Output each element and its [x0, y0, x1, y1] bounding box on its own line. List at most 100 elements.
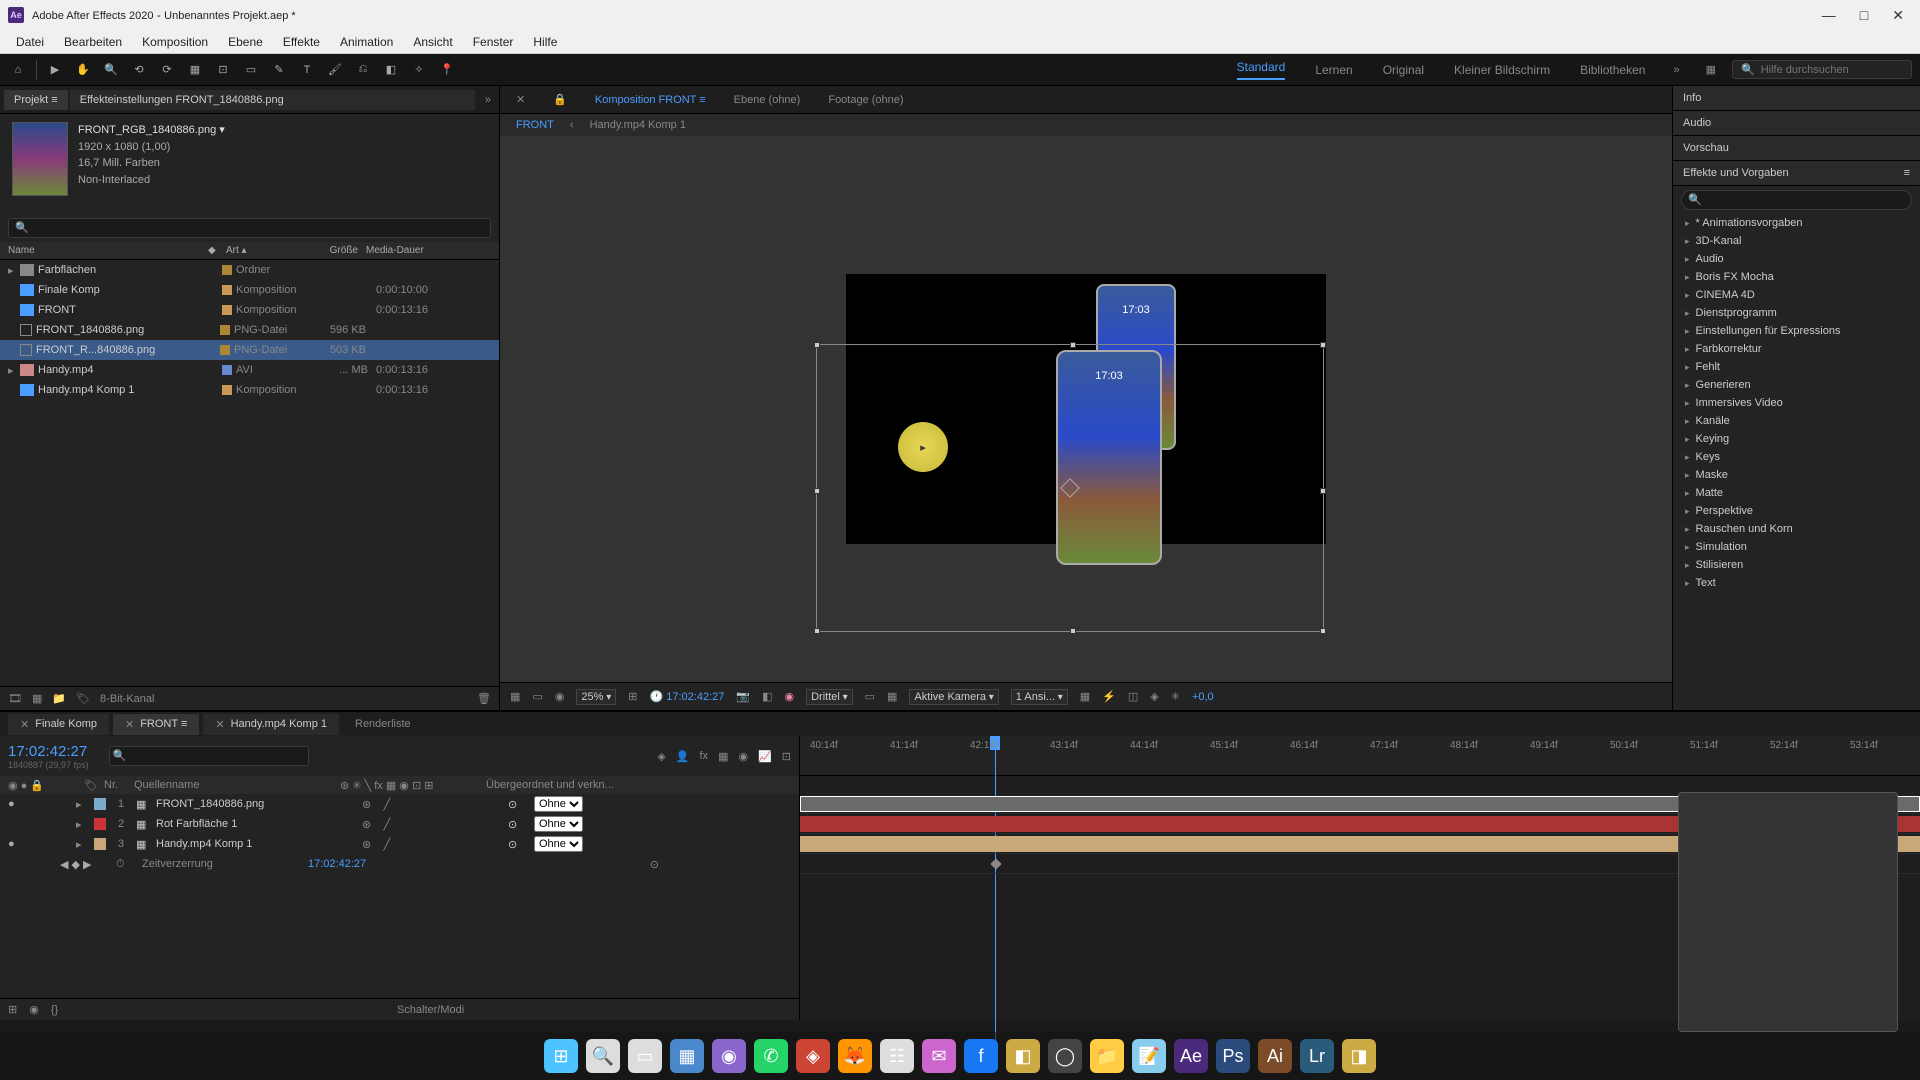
- preview-panel-head[interactable]: Vorschau: [1673, 136, 1920, 161]
- menu-ansicht[interactable]: Ansicht: [403, 35, 462, 49]
- taskbar-app1[interactable]: ◉: [712, 1039, 746, 1073]
- resolution-dropdown[interactable]: Drittel ▾: [806, 689, 853, 705]
- brush-tool-icon[interactable]: 🖌: [325, 60, 345, 80]
- workspace-lernen[interactable]: Lernen: [1315, 63, 1352, 77]
- taskbar-folder[interactable]: 📁: [1090, 1039, 1124, 1073]
- transparent-icon[interactable]: ▦: [887, 690, 897, 703]
- flow-other[interactable]: Handy.mp4 Komp 1: [590, 119, 686, 131]
- taskbar-ps[interactable]: Ps: [1216, 1039, 1250, 1073]
- interpret-icon[interactable]: 🎞: [8, 692, 22, 705]
- effect-category[interactable]: Keying: [1673, 430, 1920, 448]
- workspace-bibliotheken[interactable]: Bibliotheken: [1580, 63, 1645, 77]
- pan-behind-icon[interactable]: ⊡: [213, 60, 233, 80]
- effect-category[interactable]: Immersives Video: [1673, 394, 1920, 412]
- effect-category[interactable]: * Animationsvorgaben: [1673, 214, 1920, 232]
- comp-lock-icon[interactable]: 🔒: [545, 89, 575, 110]
- comp-flow-icon[interactable]: ◈: [1150, 690, 1158, 703]
- taskbar-whatsapp[interactable]: ✆: [754, 1039, 788, 1073]
- timeline-search-input[interactable]: [109, 746, 309, 766]
- minimize-button[interactable]: —: [1822, 7, 1836, 24]
- taskbar-windows[interactable]: ⊞: [544, 1039, 578, 1073]
- toggle-switches-icon[interactable]: ⊞: [8, 1003, 17, 1016]
- effects-search-input[interactable]: [1681, 190, 1912, 210]
- taskbar-facebook[interactable]: f: [964, 1039, 998, 1073]
- tl-opt2-icon[interactable]: {}: [51, 1004, 58, 1016]
- puppet-tool-icon[interactable]: 📍: [437, 60, 457, 80]
- col-duration[interactable]: Media-Dauer: [366, 245, 499, 256]
- timeline-tab[interactable]: ✕ Finale Komp: [8, 714, 109, 735]
- project-item[interactable]: ▸Handy.mp4AVI... MB0:00:13:16: [0, 360, 499, 380]
- grid-icon[interactable]: ▦: [510, 690, 520, 703]
- taskbar-search[interactable]: 🔍: [586, 1039, 620, 1073]
- info-panel-head[interactable]: Info: [1673, 86, 1920, 111]
- effect-category[interactable]: Generieren: [1673, 376, 1920, 394]
- taskbar-app3[interactable]: ☷: [880, 1039, 914, 1073]
- effect-category[interactable]: Text: [1673, 574, 1920, 592]
- effect-category[interactable]: Einstellungen für Expressions: [1673, 322, 1920, 340]
- pixel-aspect-icon[interactable]: ▦: [1080, 690, 1090, 703]
- tl-shy-icon[interactable]: 👤: [676, 750, 690, 763]
- workspace-standard[interactable]: Standard: [1237, 60, 1286, 80]
- taskbar-app5[interactable]: ◨: [1342, 1039, 1376, 1073]
- menu-hilfe[interactable]: Hilfe: [523, 35, 567, 49]
- type-tool-icon[interactable]: T: [297, 60, 317, 80]
- project-item[interactable]: FRONT_1840886.pngPNG-Datei596 KB: [0, 320, 499, 340]
- taskbar-notes[interactable]: 📝: [1132, 1039, 1166, 1073]
- audio-panel-head[interactable]: Audio: [1673, 111, 1920, 136]
- taskbar-messenger[interactable]: ✉: [922, 1039, 956, 1073]
- roi-icon[interactable]: ▭: [865, 690, 875, 703]
- parent-dropdown[interactable]: Ohne: [534, 796, 583, 812]
- comp-tab[interactable]: Komposition FRONT ≡: [587, 90, 714, 110]
- views-dropdown[interactable]: 1 Ansi... ▾: [1011, 689, 1068, 705]
- taskbar-explorer[interactable]: ▦: [670, 1039, 704, 1073]
- flow-current[interactable]: FRONT: [516, 119, 554, 131]
- taskbar-firefox[interactable]: 🦊: [838, 1039, 872, 1073]
- taskbar-ai[interactable]: Ai: [1258, 1039, 1292, 1073]
- timeline-timecode[interactable]: 17:02:42:27: [8, 743, 89, 760]
- color-icon[interactable]: ◉: [784, 690, 794, 703]
- current-time-indicator[interactable]: [995, 736, 996, 1046]
- project-search-input[interactable]: [8, 218, 491, 238]
- effect-category[interactable]: Keys: [1673, 448, 1920, 466]
- project-item[interactable]: FRONT_R...840886.pngPNG-Datei503 KB: [0, 340, 499, 360]
- col-art[interactable]: Art ▴: [226, 245, 306, 256]
- taskbar-lr[interactable]: Lr: [1300, 1039, 1334, 1073]
- effect-category[interactable]: Matte: [1673, 484, 1920, 502]
- shape-tool-icon[interactable]: ▭: [241, 60, 261, 80]
- menu-bearbeiten[interactable]: Bearbeiten: [54, 35, 132, 49]
- layer-property[interactable]: ◀ ◆ ▶⏱Zeitverzerrung17:02:42:27⊙: [0, 854, 799, 874]
- zoom-dropdown[interactable]: 25% ▾: [576, 689, 616, 705]
- pen-tool-icon[interactable]: ✎: [269, 60, 289, 80]
- show-channel-icon[interactable]: ◧: [762, 690, 772, 703]
- workspace-kleiner-bildschirm[interactable]: Kleiner Bildschirm: [1454, 63, 1550, 77]
- tl-frame-blend-icon[interactable]: ▦: [718, 750, 728, 763]
- tl-fx-icon[interactable]: fx: [700, 750, 709, 763]
- col-label[interactable]: ◆: [208, 245, 226, 256]
- effect-controls-tab[interactable]: Effekteinstellungen FRONT_1840886.png: [70, 90, 475, 110]
- effect-category[interactable]: Kanäle: [1673, 412, 1920, 430]
- orbit-tool-icon[interactable]: ⟲: [129, 60, 149, 80]
- menu-komposition[interactable]: Komposition: [132, 35, 218, 49]
- maximize-button[interactable]: □: [1860, 7, 1868, 24]
- tl-brain-icon[interactable]: ⊡: [782, 750, 791, 763]
- comp-close-icon[interactable]: ✕: [508, 89, 533, 110]
- close-button[interactable]: ✕: [1892, 7, 1904, 24]
- comp-tab[interactable]: Footage (ohne): [820, 90, 911, 110]
- project-tab[interactable]: Projekt ≡: [4, 90, 68, 110]
- anchor-point-icon[interactable]: [1060, 478, 1080, 498]
- layer-row[interactable]: ▸2▦Rot Farbfläche 1⊛ ╱⊙Ohne: [0, 814, 799, 834]
- selection-box[interactable]: [816, 344, 1324, 632]
- tl-graph-icon[interactable]: 📈: [758, 750, 772, 763]
- parent-dropdown[interactable]: Ohne: [534, 836, 583, 852]
- flow-back-icon[interactable]: ‹: [570, 119, 574, 131]
- camera-dropdown[interactable]: Aktive Kamera ▾: [909, 689, 998, 705]
- project-item[interactable]: FRONTKomposition0:00:13:16: [0, 300, 499, 320]
- trash-icon[interactable]: 🗑: [477, 692, 491, 705]
- new-folder-icon[interactable]: 📁: [52, 692, 66, 705]
- timeline-tab[interactable]: ✕ FRONT ≡: [113, 714, 199, 735]
- effect-category[interactable]: Fehlt: [1673, 358, 1920, 376]
- menu-ebene[interactable]: Ebene: [218, 35, 273, 49]
- composition-viewer[interactable]: 17:03 17:03: [846, 274, 1326, 544]
- effect-category[interactable]: Farbkorrektur: [1673, 340, 1920, 358]
- home-icon[interactable]: ⌂: [8, 60, 28, 80]
